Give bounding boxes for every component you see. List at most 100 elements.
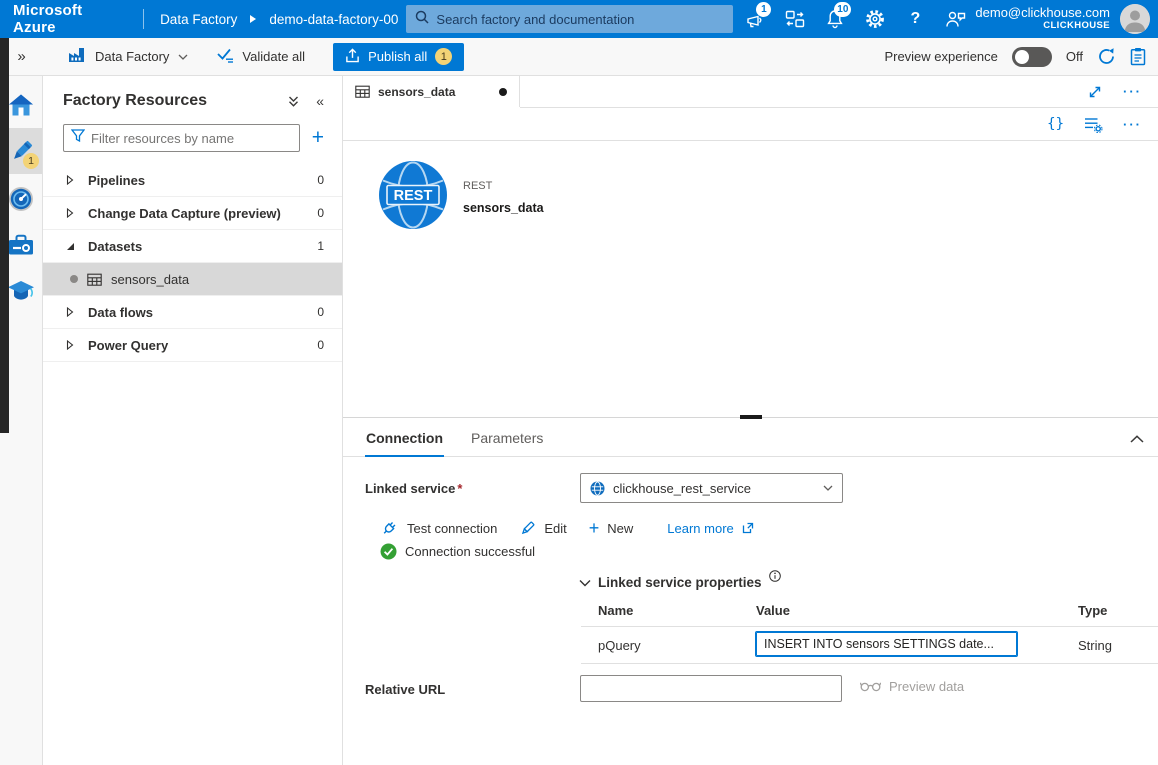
- new-button[interactable]: + New: [589, 519, 634, 537]
- help-icon[interactable]: ?: [895, 0, 935, 38]
- learn-more-link[interactable]: Learn more: [667, 521, 753, 536]
- chevron-down-icon: [178, 54, 188, 60]
- add-resource-button[interactable]: +: [312, 127, 324, 150]
- tree-item-count: 0: [317, 206, 324, 220]
- column-header-value: Value: [756, 603, 790, 618]
- global-search[interactable]: [406, 5, 733, 33]
- property-value-input[interactable]: [755, 631, 1018, 657]
- body: 1 Factory Resources «: [0, 76, 1158, 765]
- settings-gear-icon[interactable]: [855, 0, 895, 38]
- code-view-icon[interactable]: {}: [1047, 117, 1064, 131]
- publish-count-badge: 1: [435, 48, 452, 65]
- tab-sensors-data[interactable]: sensors_data: [343, 76, 520, 107]
- validate-icon: [216, 47, 234, 66]
- dataset-more-icon[interactable]: ···: [1123, 118, 1142, 131]
- feedback-person-icon[interactable]: [935, 0, 975, 38]
- top-bar: Microsoft Azure Data Factory demo-data-f…: [0, 0, 1158, 38]
- user-org: CLICKHOUSE: [975, 21, 1110, 32]
- column-header-type: Type: [1078, 603, 1107, 618]
- breadcrumb-item[interactable]: demo-data-factory-00: [269, 12, 398, 27]
- expand-canvas-icon[interactable]: [1087, 84, 1103, 100]
- glasses-icon: [860, 681, 881, 692]
- chevron-right-icon[interactable]: [66, 175, 88, 185]
- linked-service-actions: Test connection Edit + New: [380, 515, 754, 541]
- tab-more-icon[interactable]: ···: [1123, 85, 1142, 98]
- connection-tab-content: Linked service* clickhouse_rest_service: [343, 457, 1158, 765]
- left-scrollbar-strip[interactable]: [0, 38, 9, 433]
- tree-item-count: 0: [317, 338, 324, 352]
- chevron-right-icon[interactable]: [66, 307, 88, 317]
- preview-data-button[interactable]: Preview data: [860, 679, 964, 694]
- tab-parameters[interactable]: Parameters: [470, 430, 544, 457]
- factory-icon: [68, 47, 86, 66]
- dataset-table-icon: [355, 85, 370, 98]
- user-email: demo@clickhouse.com: [975, 6, 1110, 21]
- preview-data-label: Preview data: [889, 679, 964, 694]
- tree-item-sensors-data-selected[interactable]: sensors_data: [43, 263, 342, 296]
- resources-tree: Pipelines 0 Change Data Capture (preview…: [43, 164, 342, 362]
- tree-item-power-query[interactable]: Power Query 0: [43, 329, 342, 362]
- linked-service-dropdown[interactable]: clickhouse_rest_service: [580, 473, 843, 503]
- tree-item-datasets[interactable]: Datasets 1: [43, 230, 342, 263]
- external-link-icon: [742, 522, 754, 534]
- user-info[interactable]: demo@clickhouse.com CLICKHOUSE: [975, 6, 1120, 32]
- node-type-label: REST: [463, 180, 544, 192]
- bullet-dot-icon: [70, 275, 78, 283]
- collapse-properties-icon[interactable]: [1130, 430, 1144, 448]
- properties-tabs: Connection Parameters: [343, 418, 1158, 457]
- unsaved-dot-icon: [499, 88, 507, 96]
- chevron-right-icon[interactable]: [66, 340, 88, 350]
- breadcrumb-caret-icon: [249, 14, 257, 24]
- tree-item-change-data-capture[interactable]: Change Data Capture (preview) 0: [43, 197, 342, 230]
- rest-dataset-node[interactable]: REST REST sensors_data: [378, 160, 544, 230]
- preview-experience-toggle[interactable]: [1012, 47, 1052, 67]
- filter-resources-input[interactable]: [91, 131, 292, 146]
- command-bar-right: Preview experience Off: [884, 47, 1158, 67]
- collapse-all-icon[interactable]: [287, 95, 300, 108]
- tree-item-pipelines[interactable]: Pipelines 0: [43, 164, 342, 197]
- chevron-right-icon[interactable]: [66, 208, 88, 218]
- property-type-cell: String: [1078, 638, 1112, 653]
- panel-resize-handle[interactable]: [740, 415, 762, 419]
- search-input[interactable]: [436, 12, 724, 27]
- switch-context-icon[interactable]: [775, 0, 815, 38]
- avatar[interactable]: [1120, 4, 1150, 34]
- notifications-badge: 10: [834, 2, 851, 17]
- breadcrumb: Data Factory demo-data-factory-00: [160, 12, 398, 27]
- new-label: New: [607, 521, 633, 536]
- publish-all-label: Publish all: [368, 49, 427, 64]
- tree-item-label: Data flows: [88, 305, 317, 320]
- chevron-expanded-icon[interactable]: [66, 242, 88, 251]
- publish-all-button[interactable]: Publish all 1: [333, 43, 464, 71]
- linked-service-mini-icon: [590, 481, 605, 496]
- validate-all-button[interactable]: Validate all: [202, 47, 319, 66]
- refresh-icon[interactable]: [1097, 47, 1116, 66]
- collapse-panel-icon[interactable]: «: [316, 93, 324, 109]
- tree-item-label: Pipelines: [88, 173, 317, 188]
- factory-menu[interactable]: Data Factory: [43, 47, 202, 66]
- properties-list-icon[interactable]: [1084, 116, 1103, 133]
- column-header-name: Name: [598, 603, 633, 618]
- announcements-icon[interactable]: 1: [735, 0, 775, 38]
- tree-item-data-flows[interactable]: Data flows 0: [43, 296, 342, 329]
- search-icon: [415, 10, 429, 29]
- linked-service-label: Linked service*: [365, 481, 462, 496]
- test-connection-button[interactable]: Test connection: [380, 519, 497, 537]
- filter-resources-box[interactable]: [63, 124, 300, 152]
- tab-connection[interactable]: Connection: [365, 430, 444, 457]
- relative-url-input[interactable]: [580, 675, 842, 702]
- topbar-divider: [143, 9, 144, 29]
- publish-icon: [345, 48, 360, 66]
- tree-item-count: 0: [317, 305, 324, 319]
- info-icon[interactable]: [769, 570, 781, 585]
- azure-brand[interactable]: Microsoft Azure: [0, 2, 143, 36]
- breadcrumb-section[interactable]: Data Factory: [160, 12, 237, 27]
- edit-pencil-icon: [519, 520, 536, 537]
- connection-status: Connection successful: [380, 543, 535, 560]
- linked-service-properties-toggle[interactable]: Linked service properties: [579, 575, 781, 590]
- dataset-toolbar: {} ···: [343, 108, 1158, 141]
- tree-item-label: Datasets: [88, 239, 317, 254]
- feedback-clipboard-icon[interactable]: [1130, 47, 1146, 66]
- edit-button[interactable]: Edit: [519, 520, 566, 537]
- notifications-bell-icon[interactable]: 10: [815, 0, 855, 38]
